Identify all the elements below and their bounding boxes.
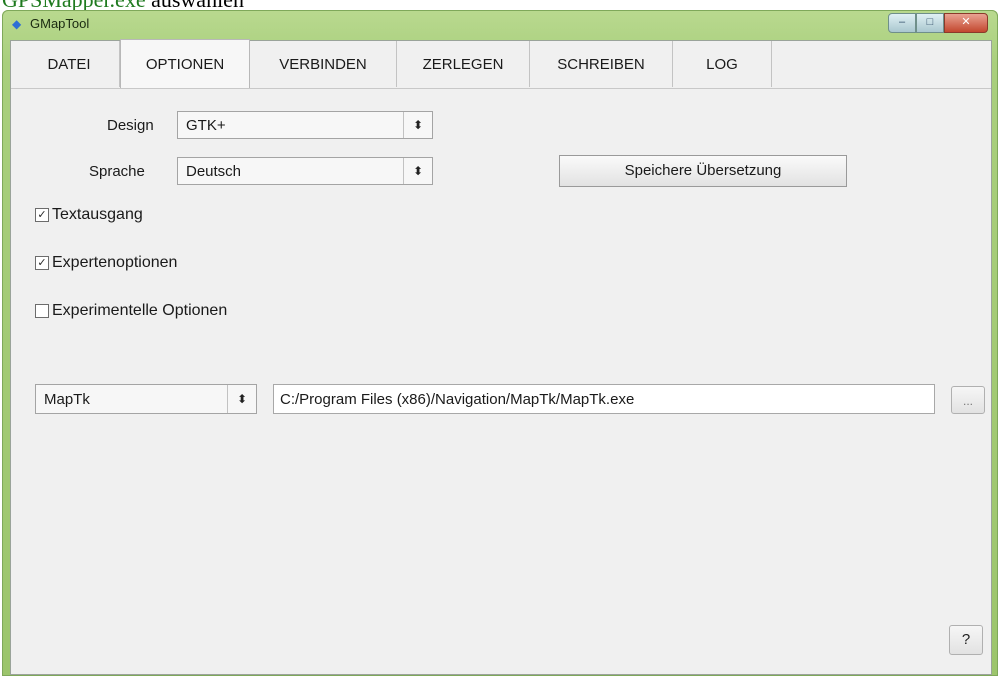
maximize-button[interactable]: □ <box>916 13 944 33</box>
tab-datei[interactable]: DATEI <box>19 41 120 87</box>
language-label: Sprache <box>89 163 145 180</box>
experimental-options-label: Experimentelle Optionen <box>52 302 228 319</box>
updown-arrow-icon: ⬍ <box>403 112 432 138</box>
tab-schreiben[interactable]: SCHREIBEN <box>530 41 673 87</box>
tab-zerlegen[interactable]: ZERLEGEN <box>397 41 530 87</box>
tab-optionen[interactable]: OPTIONEN <box>120 39 250 88</box>
language-value: Deutsch <box>186 163 242 180</box>
app-window: ◆ GMapTool – □ ✕ DATEI OPTIONEN VERBINDE… <box>2 10 998 676</box>
save-translation-button[interactable]: Speichere Übersetzung <box>559 155 847 187</box>
checkbox-unchecked-icon <box>35 304 49 318</box>
window-controls: – □ ✕ <box>888 13 988 33</box>
title-bar[interactable]: ◆ GMapTool – □ ✕ <box>2 10 998 40</box>
expert-options-checkbox[interactable]: ✓ Expertenoptionen <box>35 254 177 272</box>
design-select[interactable]: GTK+ ⬍ <box>177 111 433 139</box>
tab-log[interactable]: LOG <box>673 41 772 87</box>
text-output-label: Textausgang <box>52 206 143 223</box>
tab-verbinden[interactable]: VERBINDEN <box>250 41 397 87</box>
text-output-checkbox[interactable]: ✓ Textausgang <box>35 206 143 224</box>
design-value: GTK+ <box>186 117 226 134</box>
checkbox-checked-icon: ✓ <box>35 208 49 222</box>
close-button[interactable]: ✕ <box>944 13 988 33</box>
client-area: DATEI OPTIONEN VERBINDEN ZERLEGEN SCHREI… <box>10 39 992 675</box>
tab-divider <box>11 88 991 89</box>
browse-button[interactable]: ... <box>951 386 985 414</box>
tab-bar: DATEI OPTIONEN VERBINDEN ZERLEGEN SCHREI… <box>19 39 772 89</box>
updown-arrow-icon: ⬍ <box>227 385 256 413</box>
help-button[interactable]: ? <box>949 625 983 655</box>
tool-path-value: C:/Program Files (x86)/Navigation/MapTk/… <box>280 391 635 408</box>
tool-value: MapTk <box>44 391 90 408</box>
experimental-options-checkbox[interactable]: Experimentelle Optionen <box>35 302 227 320</box>
window-title: GMapTool <box>30 16 90 31</box>
design-label: Design <box>107 117 154 134</box>
language-select[interactable]: Deutsch ⬍ <box>177 157 433 185</box>
expert-options-label: Expertenoptionen <box>52 254 178 271</box>
minimize-button[interactable]: – <box>888 13 916 33</box>
tool-path-input[interactable]: C:/Program Files (x86)/Navigation/MapTk/… <box>273 384 935 414</box>
updown-arrow-icon: ⬍ <box>403 158 432 184</box>
app-icon: ◆ <box>12 17 22 31</box>
checkbox-checked-icon: ✓ <box>35 256 49 270</box>
tool-select[interactable]: MapTk ⬍ <box>35 384 257 414</box>
